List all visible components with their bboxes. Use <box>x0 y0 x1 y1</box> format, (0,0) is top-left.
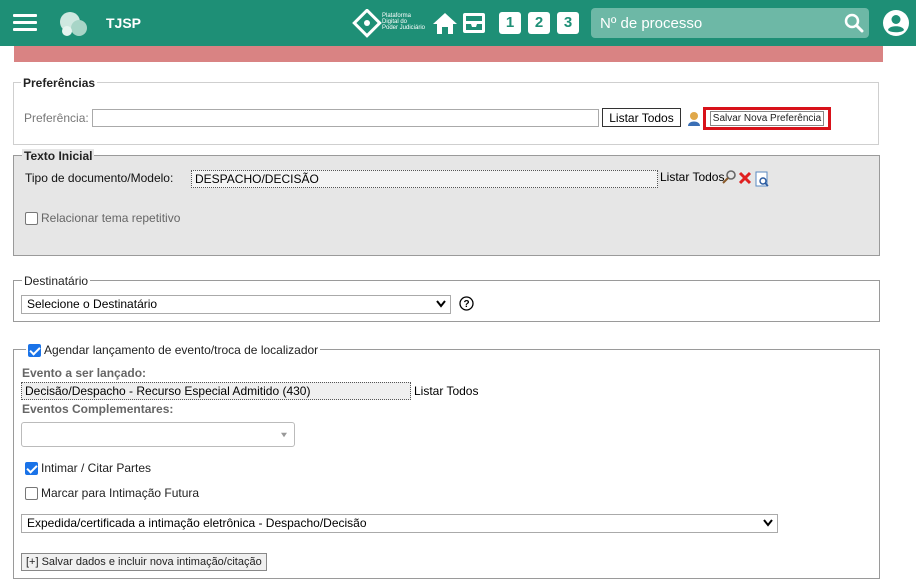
app-logo-icon <box>60 12 87 36</box>
evento-input[interactable]: Decisão/Despacho - Recurso Especial Admi… <box>21 382 411 400</box>
preferencia-input[interactable] <box>92 109 599 127</box>
agendar-fieldset: Agendar lançamento de evento/troca de lo… <box>13 343 880 579</box>
relacionar-tema-label: Relacionar tema repetitivo <box>41 211 181 225</box>
preferencia-listar-todos-button[interactable]: Listar Todos <box>602 108 681 127</box>
destinatario-select[interactable]: Selecione o Destinatário <box>21 295 451 314</box>
home-icon[interactable] <box>432 11 458 35</box>
search-icon[interactable] <box>844 13 864 33</box>
relacionar-tema-checkbox[interactable] <box>25 211 38 225</box>
brand-name: TJSP <box>106 15 142 31</box>
eventos-complementares-label: Eventos Complementares: <box>22 402 174 416</box>
help-icon[interactable]: ? <box>459 296 474 311</box>
salvar-incluir-intimacao-button[interactable]: [+] Salvar dados e incluir nova intimaçã… <box>21 553 267 571</box>
process-search-input[interactable] <box>591 8 831 38</box>
magnifier-icon[interactable] <box>721 169 737 185</box>
shortcut-3-button[interactable]: 3 <box>557 12 579 34</box>
platform-label: Plataforma Digital do Poder Judiciário <box>382 13 426 31</box>
intimacao-select[interactable]: Expedida/certificada a intimação eletrôn… <box>21 514 778 533</box>
svg-text:?: ? <box>463 299 469 310</box>
menu-icon[interactable] <box>13 14 37 32</box>
eventos-complementares-select[interactable] <box>21 422 295 447</box>
preview-document-icon[interactable] <box>754 171 770 187</box>
shortcut-1-button[interactable]: 1 <box>499 12 521 34</box>
evento-listar-todos-link[interactable]: Listar Todos <box>414 384 478 398</box>
intimar-checkbox[interactable] <box>25 461 38 475</box>
clear-icon[interactable] <box>737 170 753 186</box>
user-preference-icon[interactable] <box>687 111 701 127</box>
destinatario-select-value: Selecione o Destinatário <box>27 297 158 311</box>
relacionar-tema-row[interactable]: Relacionar tema repetitivo <box>25 211 180 225</box>
tipo-documento-input[interactable]: DESPACHO/DECISÃO <box>191 170 658 188</box>
intimacao-select-value: Expedida/certificada a intimação eletrôn… <box>27 516 367 530</box>
marcar-intimacao-checkbox[interactable] <box>25 486 38 500</box>
salvar-nova-preferencia-button[interactable]: Salvar Nova Preferência <box>703 107 831 130</box>
agendar-legend[interactable]: Agendar lançamento de evento/troca de lo… <box>26 343 321 357</box>
texto-inicial-legend: Texto Inicial <box>22 149 95 163</box>
tipo-documento-listar-todos-link[interactable]: Listar Todos <box>660 170 724 184</box>
preferencias-legend: Preferências <box>21 76 98 90</box>
chevron-down-icon <box>763 519 773 527</box>
preferencia-label: Preferência: <box>24 111 89 125</box>
top-bar: TJSP Plataforma Digital do Poder Judiciá… <box>0 0 916 46</box>
destinatario-fieldset: Destinatário Selecione o Destinatário ? <box>13 274 880 322</box>
marcar-intimacao-row[interactable]: Marcar para Intimação Futura <box>25 486 199 500</box>
intimar-row[interactable]: Intimar / Citar Partes <box>25 461 151 475</box>
intimar-label: Intimar / Citar Partes <box>41 461 152 475</box>
inbox-icon[interactable] <box>462 12 486 34</box>
chevron-down-icon <box>436 300 446 308</box>
texto-inicial-fieldset: Texto Inicial Tipo de documento/Modelo: … <box>13 149 880 256</box>
chevron-down-icon <box>281 432 287 438</box>
destinatario-legend: Destinatário <box>22 274 91 288</box>
salvar-nova-preferencia-label: Salvar Nova Preferência <box>709 111 825 126</box>
agendar-label: Agendar lançamento de evento/troca de lo… <box>44 343 319 357</box>
preferencias-fieldset: Preferências Preferência: Listar Todos S… <box>13 76 879 145</box>
marcar-intimacao-label: Marcar para Intimação Futura <box>41 486 200 500</box>
evento-label: Evento a ser lançado: <box>22 366 147 380</box>
process-search <box>591 8 869 38</box>
user-account-icon[interactable] <box>882 9 910 37</box>
shortcut-2-button[interactable]: 2 <box>528 12 550 34</box>
tipo-documento-label: Tipo de documento/Modelo: <box>25 171 174 185</box>
agendar-checkbox[interactable] <box>28 343 41 357</box>
alert-banner <box>14 46 883 62</box>
